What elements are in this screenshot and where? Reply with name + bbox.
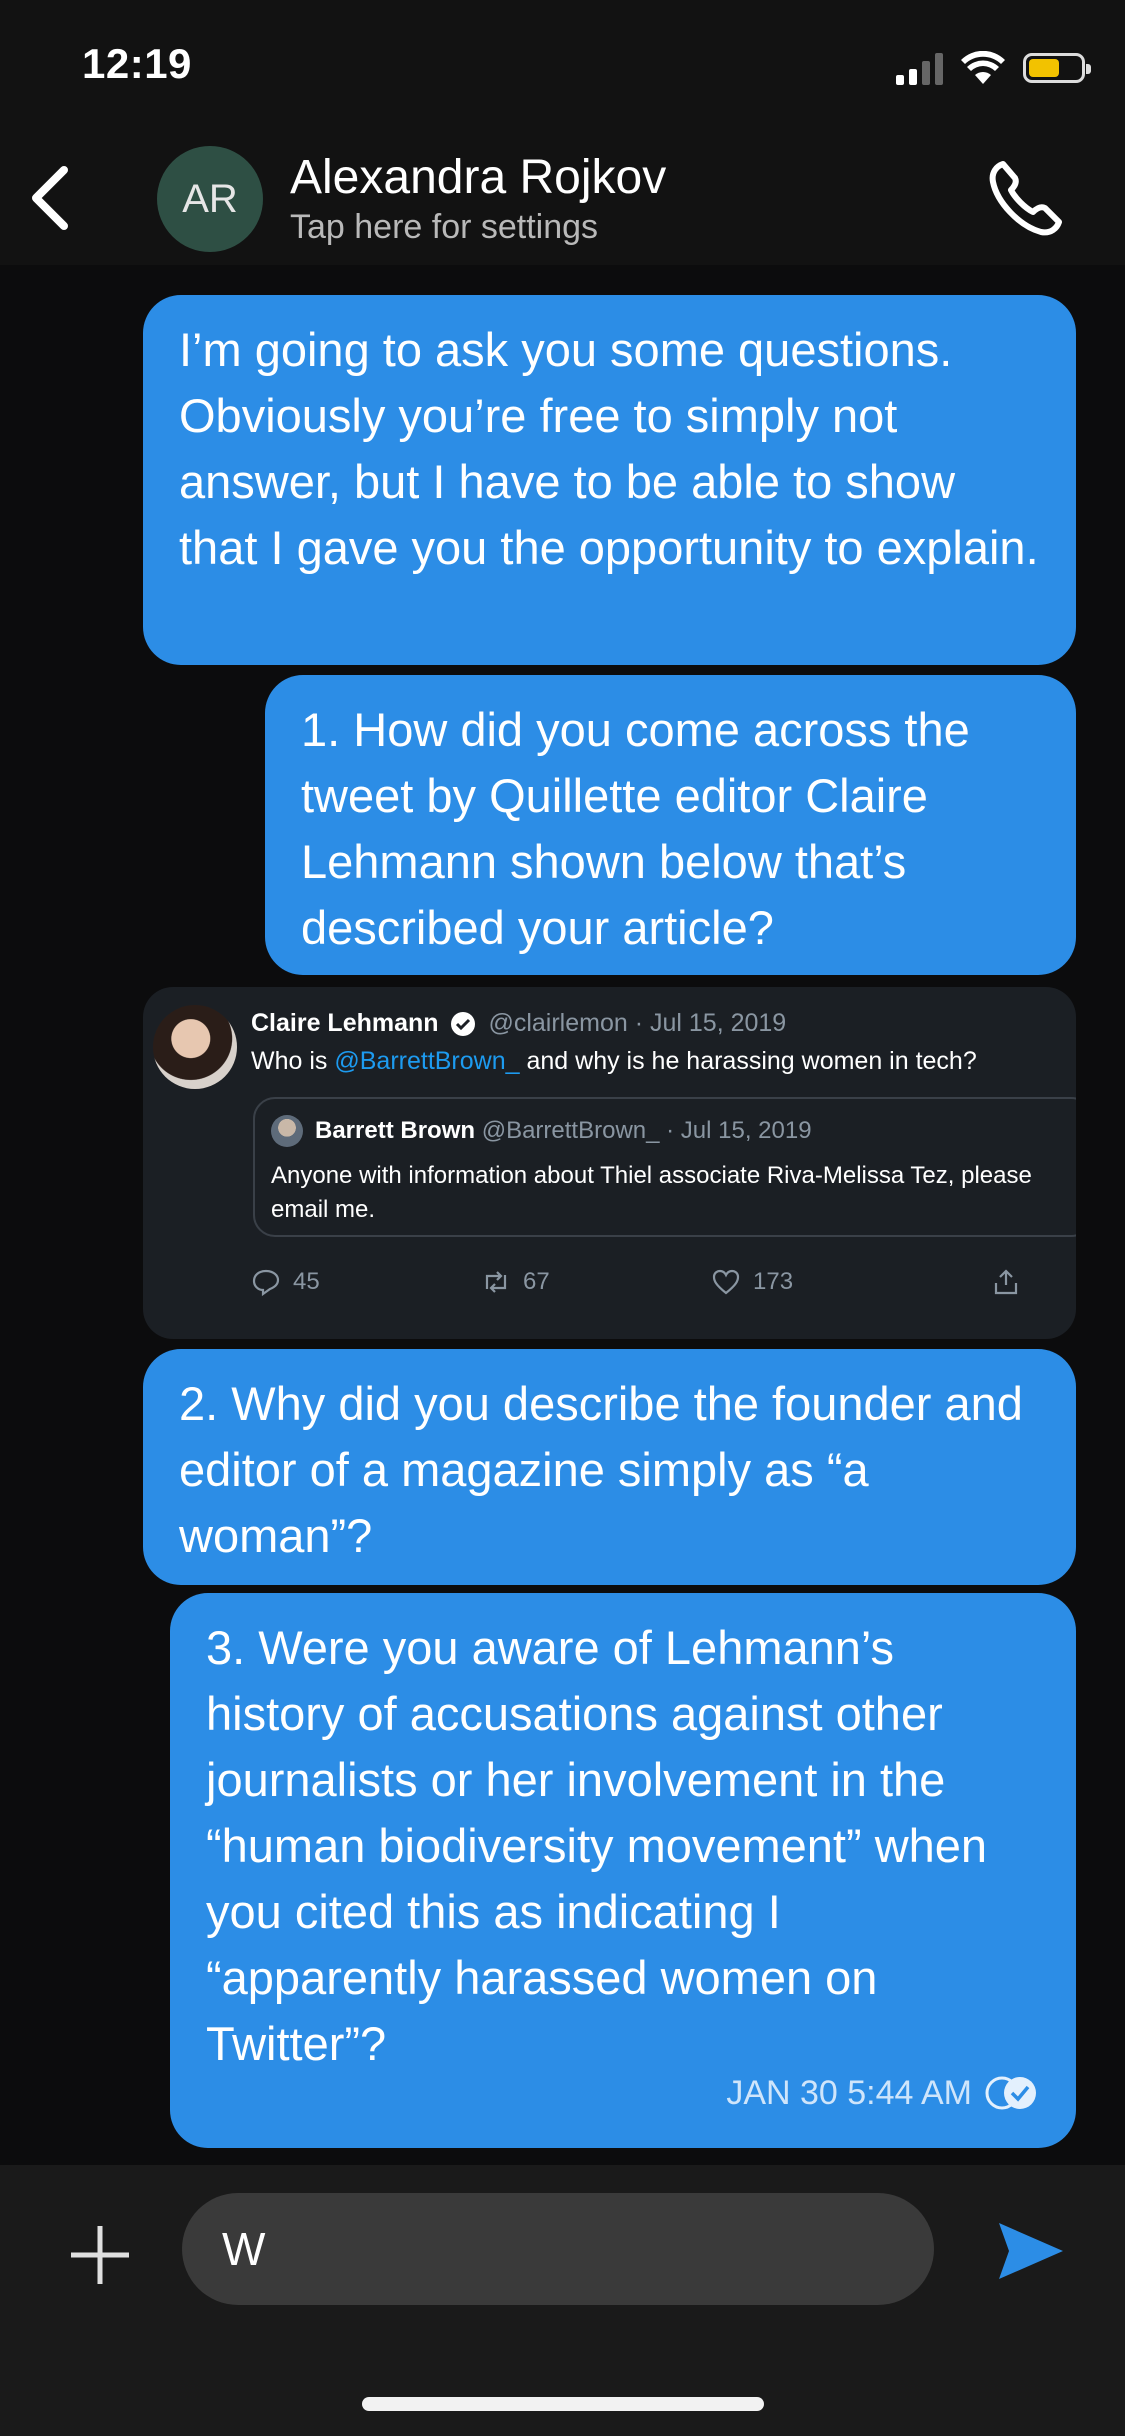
cellular-signal-icon <box>896 51 943 85</box>
message-text: 2. Why did you describe the founder and … <box>179 1377 1023 1562</box>
message-bubble[interactable]: 3. Were you aware of Lehmann’s history o… <box>170 1593 1076 2148</box>
contact-name[interactable]: Alexandra Rojkov <box>290 150 666 205</box>
reply-count: 45 <box>251 1267 320 1297</box>
home-indicator[interactable] <box>362 2397 764 2411</box>
message-text: I’m going to ask you some questions. Obv… <box>179 323 1039 574</box>
verified-icon <box>450 1012 475 1037</box>
battery-icon <box>1023 53 1091 83</box>
quoted-handle-date: @BarrettBrown_ · Jul 15, 2019 <box>481 1117 812 1144</box>
tweet-text-part: Who is <box>251 1047 335 1075</box>
retweet-count: 67 <box>481 1267 550 1297</box>
message-text: 3. Were you aware of Lehmann’s history o… <box>206 1621 988 2070</box>
send-icon[interactable] <box>995 2215 1067 2287</box>
tweet-mention: @BarrettBrown_ <box>334 1047 520 1075</box>
reply-icon <box>252 1269 280 1297</box>
quoted-tweet: Barrett Brown @BarrettBrown_ · Jul 15, 2… <box>253 1097 1076 1237</box>
tweet-header: Claire Lehmann @clairlemon · Jul 15, 201… <box>251 1009 786 1038</box>
tweet-actions: 45 67 173 <box>251 1267 1031 1307</box>
message-timestamp: JAN 30 5:44 AM <box>726 2074 972 2112</box>
wifi-icon <box>961 51 1005 84</box>
reply-count-value: 45 <box>293 1268 320 1295</box>
avatar[interactable]: AR <box>157 146 263 252</box>
status-bar: 12:19 <box>0 0 1125 140</box>
plus-icon[interactable] <box>65 2220 135 2290</box>
composer-bar: W <box>0 2165 1125 2436</box>
quoted-author-name: Barrett Brown <box>315 1117 476 1144</box>
back-chevron-icon[interactable] <box>22 158 82 238</box>
share-icon <box>994 1269 1018 1295</box>
tweet-screenshot[interactable]: Claire Lehmann @clairlemon · Jul 15, 201… <box>143 987 1076 1339</box>
message-bubble[interactable]: 2. Why did you describe the founder and … <box>143 1349 1076 1585</box>
share-button <box>991 1267 1021 1297</box>
like-count-value: 173 <box>753 1268 794 1295</box>
message-input-value: W <box>222 2223 266 2275</box>
tweet-author-avatar <box>153 1005 237 1089</box>
retweet-icon <box>485 1271 507 1293</box>
status-time: 12:19 <box>82 40 192 87</box>
message-meta: JAN 30 5:44 AM <box>726 2060 1040 2126</box>
message-list[interactable]: I’m going to ask you some questions. Obv… <box>0 265 1125 2165</box>
message-input[interactable]: W <box>182 2193 934 2305</box>
tweet-author-name: Claire Lehmann <box>251 1009 439 1037</box>
like-count: 173 <box>711 1267 793 1297</box>
message-bubble[interactable]: 1. How did you come across the tweet by … <box>265 675 1076 975</box>
status-icons <box>896 48 1091 88</box>
settings-hint[interactable]: Tap here for settings <box>290 208 598 247</box>
quoted-tweet-text: Anyone with information about Thiel asso… <box>271 1162 1032 1223</box>
tweet-handle-date: @clairlemon · Jul 15, 2019 <box>488 1009 787 1037</box>
quoted-tweet-header: Barrett Brown @BarrettBrown_ · Jul 15, 2… <box>315 1117 812 1145</box>
message-bubble[interactable]: I’m going to ask you some questions. Obv… <box>143 295 1076 665</box>
like-icon <box>712 1269 740 1295</box>
quoted-author-avatar <box>271 1115 303 1147</box>
message-text: 1. How did you come across the tweet by … <box>301 703 970 954</box>
tweet-text-part: and why is he harassing women in tech? <box>519 1047 977 1075</box>
read-receipt-icon <box>985 2076 1036 2110</box>
phone-icon[interactable] <box>985 158 1065 238</box>
tweet-text: Who is @BarrettBrown_ and why is he hara… <box>251 1047 977 1076</box>
conversation-header[interactable]: AR Alexandra Rojkov Tap here for setting… <box>0 130 1125 265</box>
retweet-count-value: 67 <box>523 1268 550 1295</box>
